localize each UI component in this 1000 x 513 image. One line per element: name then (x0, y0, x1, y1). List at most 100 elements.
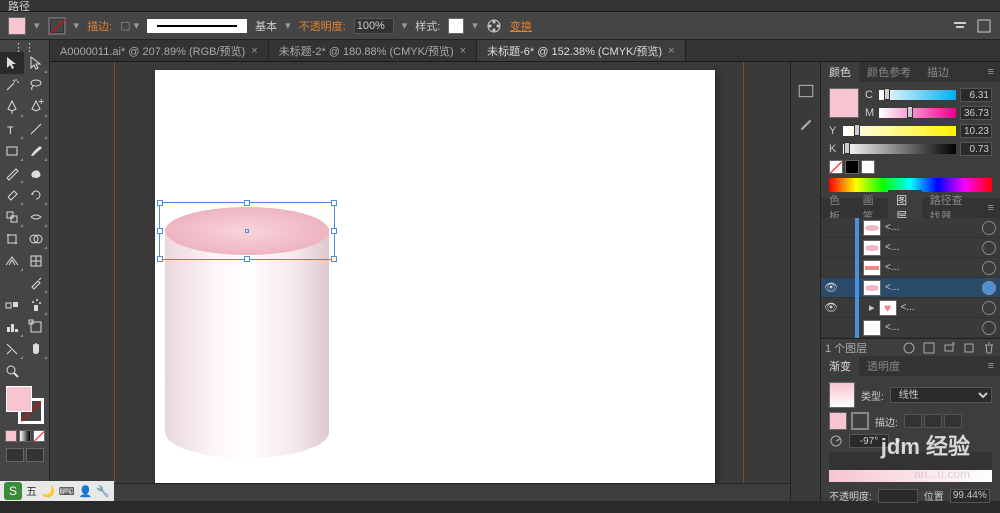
shape-builder-tool[interactable] (24, 228, 48, 250)
tab-color-guide[interactable]: 颜色参考 (859, 62, 919, 82)
target-icon[interactable] (982, 301, 996, 315)
paintbrush-tool[interactable] (24, 140, 48, 162)
selection-tool[interactable] (0, 52, 24, 74)
blend-tool[interactable] (0, 294, 24, 316)
target-icon[interactable] (982, 281, 996, 295)
gradient-tool[interactable] (0, 272, 24, 294)
visibility-toggle[interactable]: 👁 (821, 301, 841, 314)
resize-handle[interactable] (244, 256, 250, 262)
layers-list[interactable]: <... <... <... 👁<... 👁▸♥<... <... (821, 218, 1000, 338)
panel-menu-icon[interactable]: ≡ (982, 202, 1000, 214)
new-sublayer-icon[interactable] (942, 341, 956, 355)
brushes-icon[interactable] (797, 116, 815, 134)
artboard-tool[interactable] (24, 316, 48, 338)
make-clipping-mask-icon[interactable] (922, 341, 936, 355)
layer-row[interactable]: <... (821, 258, 1000, 278)
cylinder-body-shape[interactable] (165, 228, 329, 458)
screen-mode-full[interactable] (26, 448, 44, 462)
prefs-icon[interactable] (976, 18, 992, 34)
target-icon[interactable] (982, 241, 996, 255)
ime-settings-icon[interactable]: 🔧 (96, 485, 110, 498)
ime-keyboard-icon[interactable]: ⌨ (59, 485, 75, 498)
color-preview-swatch[interactable] (829, 88, 859, 118)
gradient-position-input[interactable] (950, 489, 990, 503)
hand-tool[interactable] (24, 338, 48, 360)
target-icon[interactable] (982, 321, 996, 335)
layer-row[interactable]: <... (821, 318, 1000, 338)
gradient-opacity-input[interactable] (878, 489, 918, 503)
panel-menu-icon[interactable]: ≡ (982, 360, 1000, 372)
cyan-slider[interactable] (879, 90, 956, 100)
stroke-swatch[interactable] (48, 17, 66, 35)
fill-dropdown-icon[interactable]: ▾ (34, 19, 40, 32)
resize-handle[interactable] (331, 200, 337, 206)
canvas-area[interactable] (50, 62, 790, 501)
lasso-tool[interactable] (24, 74, 48, 96)
perspective-grid-tool[interactable] (0, 250, 24, 272)
doc-tab-2[interactable]: 未标题-2* @ 180.88% (CMYK/预览)× (269, 40, 477, 61)
transform-link[interactable]: 变换 (510, 18, 532, 34)
magenta-input[interactable] (960, 106, 992, 120)
gradient-stroke-swatch[interactable] (851, 412, 869, 430)
brush-dropdown-icon[interactable]: ▾ (285, 19, 291, 32)
layer-row[interactable]: 👁▸♥<... (821, 298, 1000, 318)
column-graph-tool[interactable] (0, 316, 24, 338)
pencil-tool[interactable] (0, 162, 24, 184)
target-icon[interactable] (982, 221, 996, 235)
stroke-gradient-across[interactable] (944, 414, 962, 428)
ime-moon-icon[interactable]: 🌙 (41, 485, 55, 498)
tab-transparency[interactable]: 透明度 (859, 356, 908, 376)
slice-tool[interactable] (0, 338, 24, 360)
doc-tab-1[interactable]: A0000011.ai* @ 207.89% (RGB/预览)× (50, 40, 269, 61)
gradient-preview[interactable] (829, 382, 855, 408)
black-input[interactable] (960, 142, 992, 156)
stroke-profile[interactable] (147, 19, 247, 33)
new-layer-icon[interactable] (962, 341, 976, 355)
tab-color[interactable]: 颜色 (821, 62, 859, 82)
visibility-toggle[interactable]: 👁 (821, 281, 841, 294)
pen-tool[interactable] (0, 96, 24, 118)
target-icon[interactable] (982, 261, 996, 275)
gradient-fill-swatch[interactable] (829, 412, 847, 430)
magic-wand-tool[interactable] (0, 74, 24, 96)
rectangle-tool[interactable] (0, 140, 24, 162)
locate-icon[interactable] (902, 341, 916, 355)
stroke-dropdown-icon[interactable]: ▾ (74, 19, 80, 32)
ime-person-icon[interactable]: 👤 (79, 485, 93, 498)
zoom-tool[interactable] (0, 360, 24, 382)
graphic-style-swatch[interactable] (448, 18, 464, 34)
symbol-sprayer-tool[interactable] (24, 294, 48, 316)
color-none[interactable] (829, 160, 843, 174)
library-icon[interactable] (797, 82, 815, 100)
mesh-tool[interactable] (24, 250, 48, 272)
layer-row[interactable]: 👁<... (821, 278, 1000, 298)
scale-tool[interactable] (0, 206, 24, 228)
type-tool[interactable]: T (0, 118, 24, 140)
color-mode-none[interactable] (33, 430, 45, 442)
resize-handle[interactable] (331, 228, 337, 234)
gradient-angle-input[interactable] (849, 434, 889, 448)
screen-mode-normal[interactable] (6, 448, 24, 462)
gradient-ramp[interactable] (829, 452, 992, 482)
tab-gradient[interactable]: 渐变 (821, 356, 859, 376)
recolor-icon[interactable] (486, 18, 502, 34)
eraser-tool[interactable] (0, 184, 24, 206)
magenta-slider[interactable] (879, 108, 956, 118)
ime-mode[interactable]: 五 (26, 483, 37, 499)
close-icon[interactable]: × (460, 45, 466, 57)
stroke-gradient-along[interactable] (924, 414, 942, 428)
cyan-input[interactable] (960, 88, 992, 102)
close-icon[interactable]: × (251, 45, 257, 57)
width-tool[interactable] (24, 206, 48, 228)
black-slider[interactable] (843, 144, 956, 154)
resize-handle[interactable] (244, 200, 250, 206)
opacity-dropdown-icon[interactable]: ▾ (402, 19, 408, 32)
panel-menu-icon[interactable]: ≡ (982, 66, 1000, 78)
stroke-gradient-within[interactable] (904, 414, 922, 428)
grip-icon[interactable]: ⋮⋮ (0, 42, 48, 52)
guide-vertical[interactable] (743, 62, 744, 501)
doc-tab-3[interactable]: 未标题-6* @ 152.38% (CMYK/预览)× (477, 40, 685, 61)
line-tool[interactable] (24, 118, 48, 140)
align-icon[interactable] (952, 18, 968, 34)
direct-selection-tool[interactable] (24, 52, 48, 74)
